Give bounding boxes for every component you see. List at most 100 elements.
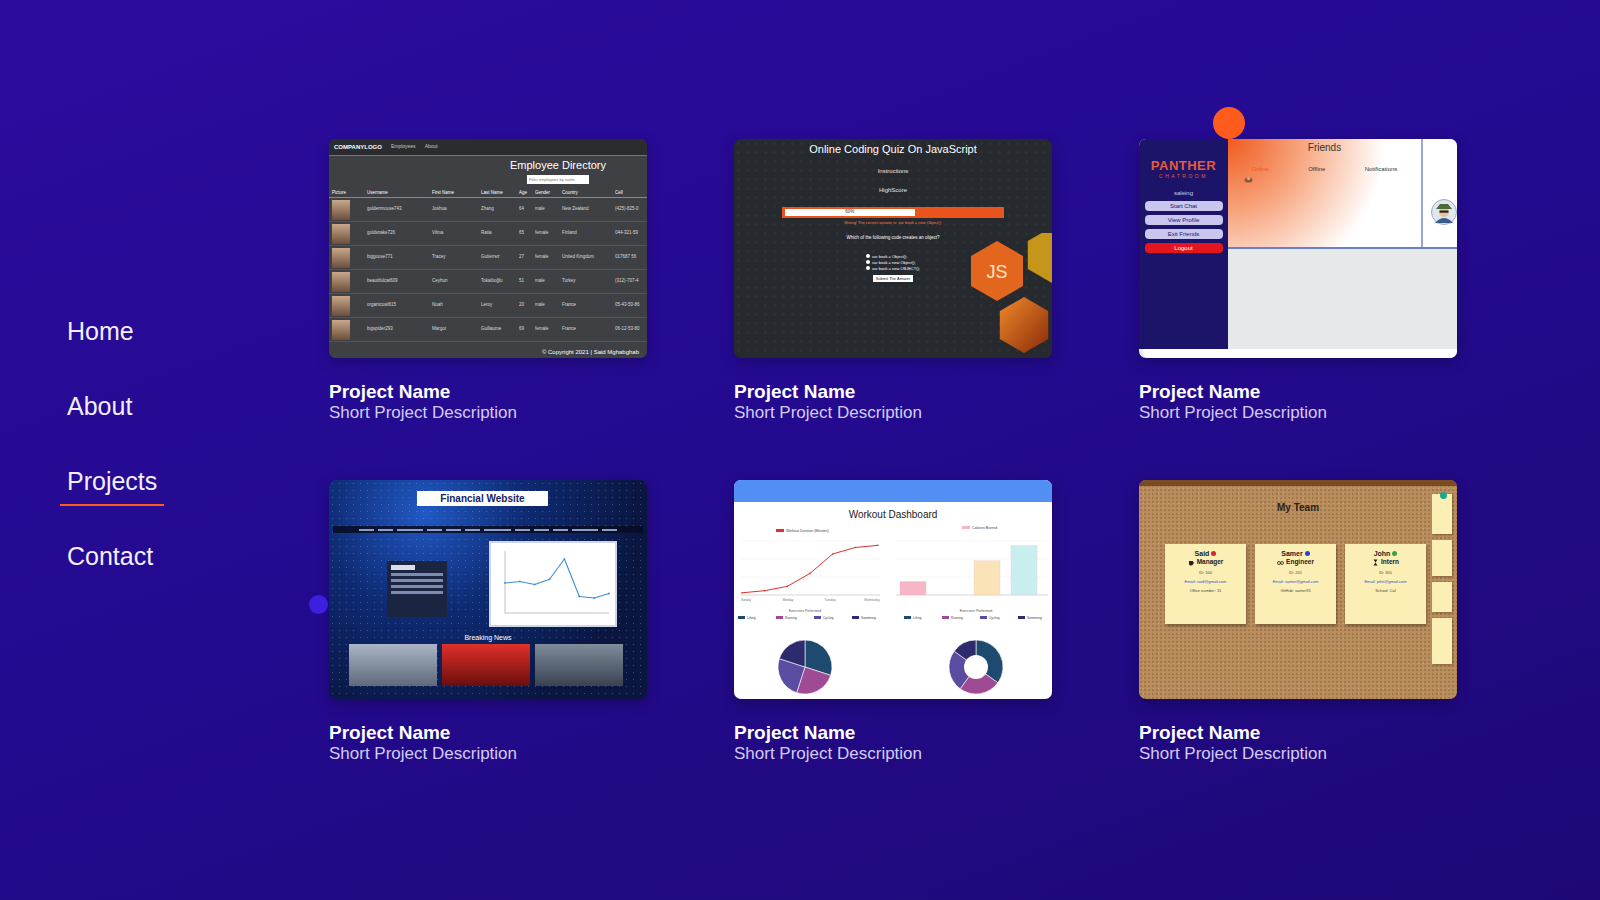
nav-link[interactable]: About: [60, 391, 139, 431]
pin-icon: [1392, 551, 1397, 556]
search-panel: [387, 561, 447, 617]
grid-line: [740, 559, 880, 560]
answer-option[interactable]: var book = Object();: [866, 254, 907, 259]
shape: [1280, 562, 1281, 563]
chart-bar: [974, 561, 1000, 595]
radio-button[interactable]: [866, 266, 870, 270]
company-logo: COMPANYLOGO: [334, 143, 382, 152]
sidebar-button[interactable]: View Profile: [1145, 215, 1223, 225]
nav-item[interactable]: [553, 529, 568, 531]
nav-item[interactable]: [484, 529, 510, 531]
member-name: Said: [1195, 549, 1210, 558]
project-grid: COMPANYLOGOEmployeesAboutEmployee Direct…: [329, 139, 1600, 764]
x-axis: [505, 613, 609, 614]
pin-icon: [1440, 492, 1447, 499]
navbar-link[interactable]: About: [425, 143, 438, 151]
nav-item[interactable]: [465, 529, 480, 531]
sidebar-button[interactable]: Logout: [1145, 243, 1223, 253]
member-card[interactable]: JohnInternID: 301Email: john@gmail.comSc…: [1345, 544, 1426, 624]
submit-button[interactable]: Submit The Answer: [873, 275, 914, 282]
info-line: [391, 585, 443, 588]
option-label: var book = new Object();: [872, 260, 916, 265]
input-box[interactable]: [391, 565, 415, 570]
nav-link[interactable]: Projects: [60, 466, 164, 506]
employee-photo: [332, 224, 350, 244]
pie-title: Exercises Performed: [960, 609, 993, 613]
nav-link[interactable]: Home: [60, 316, 141, 356]
table-cell: (312)-707-4: [612, 270, 647, 294]
nav-item[interactable]: [572, 529, 598, 531]
project-card[interactable]: Financial WebsiteBreaking NewsProject Na…: [329, 480, 647, 764]
donut-hole: [964, 655, 988, 679]
friends-tab[interactable]: Offline: [1308, 165, 1325, 173]
project-card[interactable]: Online Coding Quiz On JavaScriptInstruct…: [734, 139, 1052, 423]
news-photo[interactable]: [442, 644, 530, 686]
glasses-icon: [1277, 559, 1284, 566]
dashboard-title: Workout Dashboard: [734, 509, 1052, 521]
news-photo[interactable]: [349, 644, 437, 686]
table-cell: Finland: [559, 222, 612, 246]
nav-item[interactable]: [427, 529, 442, 531]
project-card[interactable]: Workout DashboardWorkout Duration (Minut…: [734, 480, 1052, 764]
legend-swatch: [776, 616, 783, 619]
radio-button[interactable]: [866, 254, 870, 258]
table-cell: Guillaume: [478, 318, 516, 342]
nav-item[interactable]: [602, 529, 617, 531]
legend-swatch: [942, 616, 949, 619]
nav-link[interactable]: Contact: [60, 541, 160, 581]
hexagon: [1028, 233, 1052, 283]
member-card[interactable]: SaidManagerID: 100Email: said@gmail.comO…: [1165, 544, 1246, 624]
radio-button[interactable]: [866, 260, 870, 264]
friends-tab[interactable]: Online: [1252, 165, 1269, 173]
sidebar-button[interactable]: Exit Friends: [1145, 229, 1223, 239]
legend-label: Lifting: [747, 616, 756, 620]
nav-item[interactable]: [359, 529, 374, 531]
project-thumbnail[interactable]: PANTHERCHATROOMsaleingStart ChatView Pro…: [1139, 139, 1457, 358]
member-card[interactable]: SamerEngineerID: 201Email: samer@gmail.c…: [1255, 544, 1336, 624]
nav-item[interactable]: [397, 529, 423, 531]
legend-swatch: [776, 529, 784, 532]
answer-option[interactable]: var book = new Object();: [866, 260, 916, 265]
project-card[interactable]: COMPANYLOGOEmployeesAboutEmployee Direct…: [329, 139, 647, 423]
project-card[interactable]: PANTHERCHATROOMsaleingStart ChatView Pro…: [1139, 139, 1457, 423]
project-thumbnail[interactable]: Online Coding Quiz On JavaScriptInstruct…: [734, 139, 1052, 358]
project-thumbnail[interactable]: Financial WebsiteBreaking News: [329, 480, 647, 699]
horizontal-scrollbar[interactable]: [1143, 349, 1457, 358]
project-title: Project Name: [734, 381, 1052, 403]
chart-line: [564, 559, 579, 597]
project-thumbnail[interactable]: COMPANYLOGOEmployeesAboutEmployee Direct…: [329, 139, 647, 358]
shape: [1440, 211, 1449, 213]
project-thumbnail[interactable]: My TeamSaidManagerID: 100Email: said@gma…: [1139, 480, 1457, 699]
nav-item[interactable]: [446, 529, 461, 531]
friends-tab[interactable]: Notifications: [1365, 165, 1398, 173]
project-title: Project Name: [1139, 381, 1457, 403]
filter-field[interactable]: [527, 175, 589, 184]
js-logo-icon: JS: [964, 233, 1052, 358]
quiz-link[interactable]: Instructions: [734, 167, 1052, 175]
shape: [1373, 559, 1377, 565]
side-notes: [1432, 494, 1452, 664]
x-axis: [740, 595, 880, 596]
shape: [1192, 562, 1194, 564]
navbar-link[interactable]: Employees: [391, 143, 416, 151]
chart-point: [519, 581, 521, 583]
grid-line: [740, 577, 880, 578]
table-cell: 69: [516, 318, 532, 342]
picture-cell: [329, 222, 364, 246]
news-photo[interactable]: [535, 644, 623, 686]
project-card[interactable]: My TeamSaidManagerID: 100Email: said@gma…: [1139, 480, 1457, 764]
nav-item[interactable]: [378, 529, 393, 531]
quiz-link[interactable]: HighScore: [734, 186, 1052, 194]
progress-bar: 60%: [782, 207, 1004, 218]
chart-point: [877, 545, 879, 547]
project-thumbnail[interactable]: Workout DashboardWorkout Duration (Minut…: [734, 480, 1052, 699]
y-axis: [505, 551, 506, 613]
axis-tick: Tuesday: [824, 598, 836, 602]
site-navbar: [333, 526, 643, 533]
nav-item[interactable]: [515, 529, 530, 531]
sidebar-button[interactable]: Start Chat: [1145, 201, 1223, 211]
table-cell: Leroy: [478, 294, 516, 318]
answer-option[interactable]: var book = new OBJECT();: [866, 266, 920, 271]
nav-item[interactable]: [534, 529, 549, 531]
pin-icon: [1305, 551, 1310, 556]
